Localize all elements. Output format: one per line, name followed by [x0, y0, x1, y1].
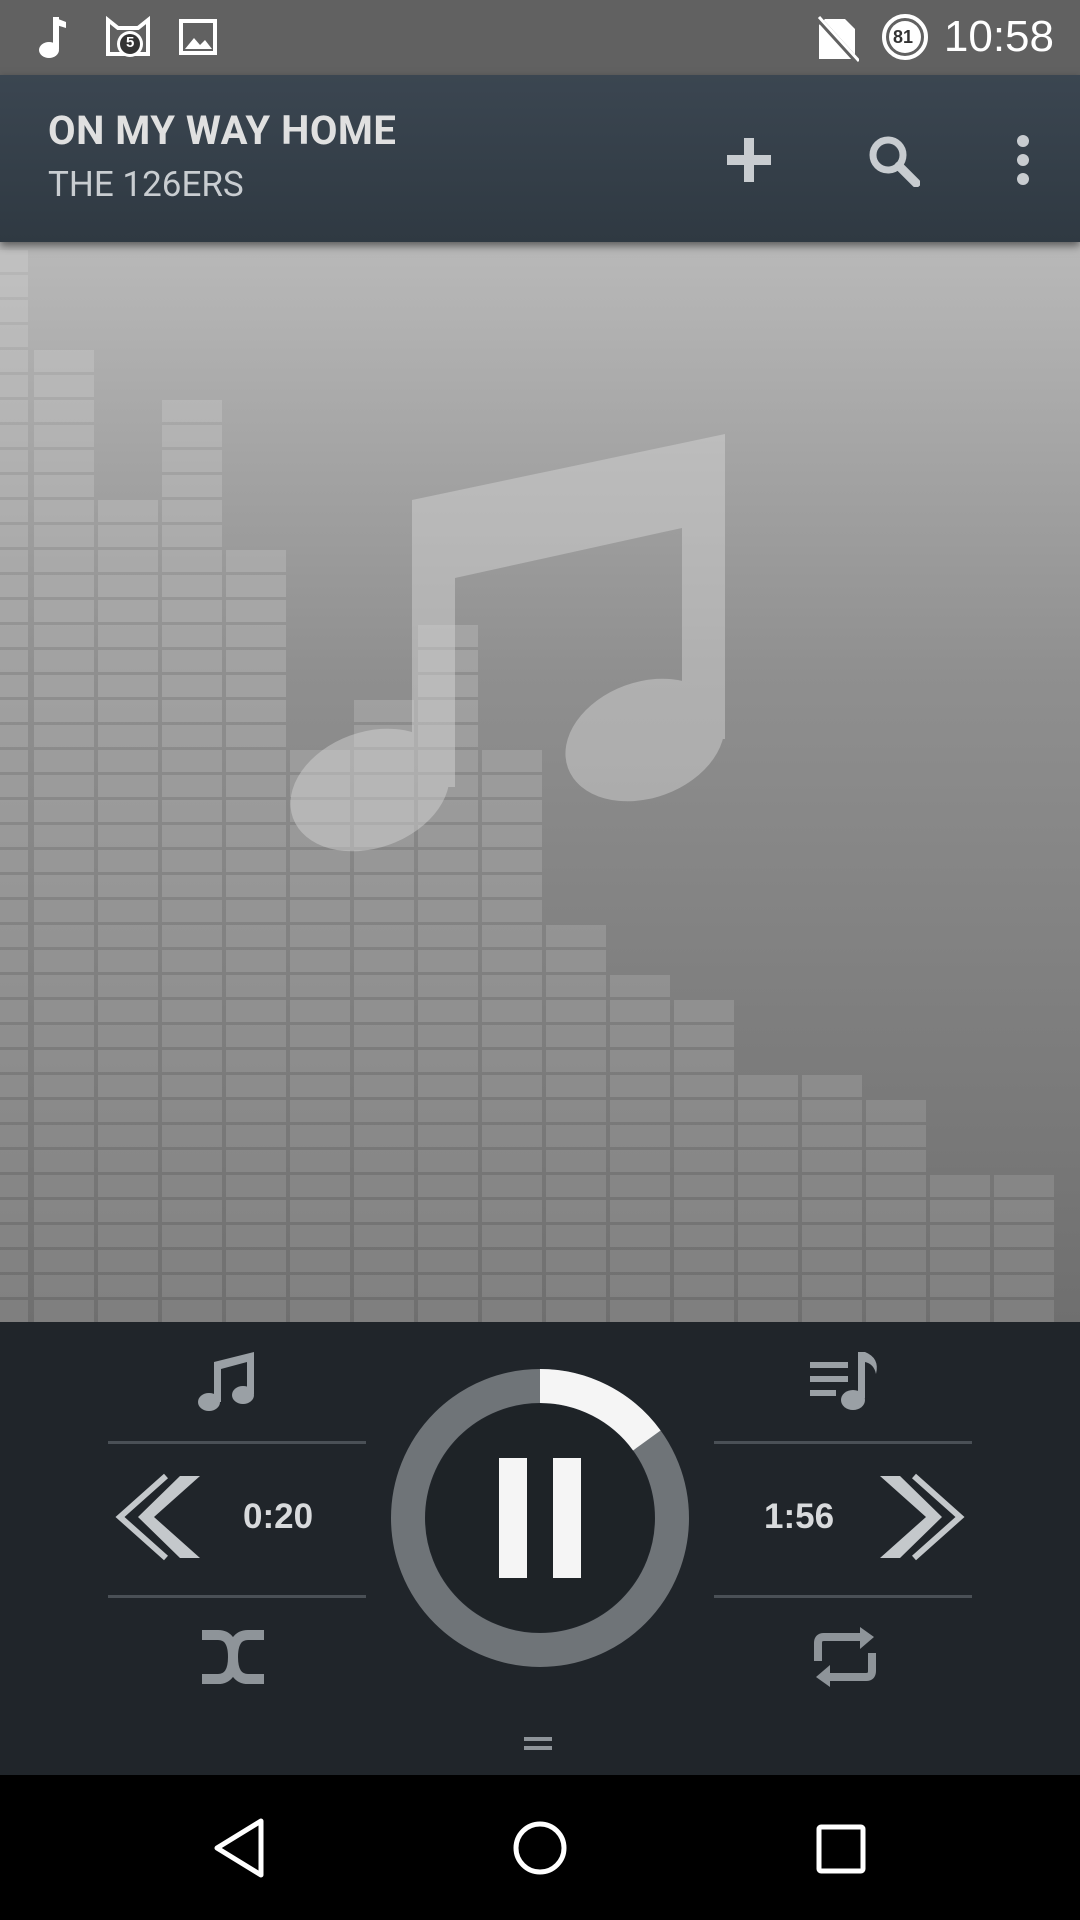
playback-controls: 0:20 1:56	[0, 1322, 1080, 1775]
elapsed-time: 0:20	[243, 1497, 314, 1536]
recents-button[interactable]	[805, 1813, 875, 1883]
recents-icon	[816, 1824, 866, 1874]
shuffle-icon	[202, 1630, 264, 1684]
shuffle-button[interactable]	[198, 1627, 268, 1687]
rewind-icon	[115, 1473, 200, 1561]
queue-music-icon	[810, 1352, 877, 1410]
repeat-icon	[814, 1627, 876, 1687]
fast-forward-button[interactable]	[872, 1472, 972, 1562]
more-vert-icon	[1017, 135, 1029, 185]
music-note-icon	[36, 14, 70, 64]
divider-right-top	[714, 1441, 972, 1444]
pause-icon	[499, 1458, 581, 1578]
battery-level: 81	[893, 27, 914, 47]
status-time: 10:58	[943, 12, 1054, 61]
now-playing-header: ON MY WAY HOME THE 126ERS	[0, 75, 1080, 242]
add-icon	[727, 138, 771, 182]
status-bar: 5 81 10:58	[0, 0, 1080, 75]
library-button[interactable]	[196, 1348, 266, 1418]
back-icon	[214, 1818, 264, 1878]
more-options-button[interactable]	[988, 125, 1058, 195]
add-to-playlist-button[interactable]	[714, 125, 784, 195]
queue-button[interactable]	[808, 1348, 883, 1418]
divider-left-top	[108, 1441, 366, 1444]
divider-right-bottom	[714, 1595, 972, 1598]
play-pause-button[interactable]	[390, 1368, 690, 1668]
song-title: ON MY WAY HOME	[48, 107, 397, 154]
divider-left-bottom	[108, 1595, 366, 1598]
drag-handle[interactable]	[524, 1736, 552, 1750]
fast-forward-icon	[880, 1473, 965, 1561]
no-sim-icon	[814, 14, 861, 67]
home-button[interactable]	[505, 1813, 575, 1883]
remaining-time: 1:56	[764, 1497, 835, 1536]
system-navigation-bar	[0, 1775, 1080, 1920]
song-artist: THE 126ERS	[48, 164, 244, 205]
home-icon	[513, 1821, 567, 1875]
notification-badge: 5	[126, 34, 135, 51]
music-notes-icon	[198, 1352, 254, 1411]
search-icon	[869, 136, 920, 187]
back-button[interactable]	[205, 1813, 275, 1883]
image-icon	[178, 18, 218, 60]
drag-handle-icon	[524, 1737, 552, 1750]
search-button[interactable]	[858, 125, 928, 195]
album-art	[0, 242, 1080, 1322]
music-note-artwork-icon	[290, 434, 725, 852]
repeat-button[interactable]	[810, 1627, 880, 1687]
rewind-button[interactable]	[108, 1472, 208, 1562]
